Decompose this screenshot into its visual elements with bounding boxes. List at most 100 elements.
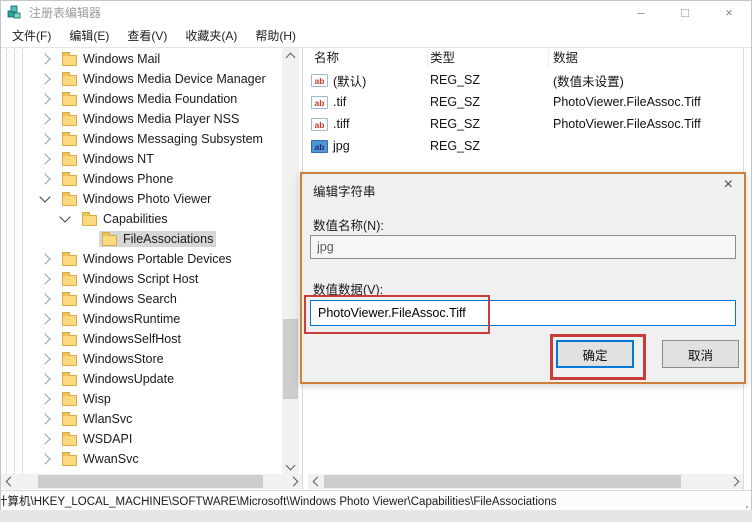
- folder-icon: [62, 275, 77, 286]
- close-button-icon[interactable]: ×: [707, 1, 751, 24]
- scroll-up-arrow-icon[interactable]: [282, 48, 299, 63]
- tree-item-windows-phone[interactable]: Windows Phone: [1, 169, 280, 189]
- chevron-right-icon[interactable]: [39, 353, 50, 364]
- tree-item-fileassociations[interactable]: FileAssociations: [1, 229, 280, 249]
- status-bar: 计算机\HKEY_LOCAL_MACHINE\SOFTWARE\Microsof…: [1, 490, 751, 511]
- menu-bar: 文件(F) 编辑(E) 查看(V) 收藏夹(A) 帮助(H): [1, 24, 751, 48]
- tree-item-windows-nt[interactable]: Windows NT: [1, 149, 280, 169]
- tree-item-windows-mail[interactable]: Windows Mail: [1, 49, 280, 69]
- values-list-header: 名称 类型 数据: [308, 48, 743, 69]
- tree-item-windows-search[interactable]: Windows Search: [1, 289, 280, 309]
- title-bar: 注册表编辑器 – □ ×: [1, 1, 751, 24]
- chevron-right-icon[interactable]: [39, 153, 50, 164]
- tree-vertical-scroll-thumb[interactable]: [283, 319, 298, 399]
- tree-item-windows-media-player-nss[interactable]: Windows Media Player NSS: [1, 109, 280, 129]
- tree-item-capabilities[interactable]: Capabilities: [1, 209, 280, 229]
- column-header-type[interactable]: 类型: [428, 50, 549, 67]
- value-data-input[interactable]: [310, 300, 736, 326]
- chevron-right-icon[interactable]: [39, 313, 50, 324]
- scroll-down-arrow-icon[interactable]: [282, 459, 299, 474]
- registry-value-row-tif[interactable]: ab .tif REG_SZ PhotoViewer.FileAssoc.Tif…: [308, 91, 743, 113]
- tree-horizontal-scrollbar[interactable]: [1, 474, 302, 489]
- column-header-name[interactable]: 名称: [308, 50, 428, 67]
- tree-item-windows-media-foundation[interactable]: Windows Media Foundation: [1, 89, 280, 109]
- chevron-down-icon[interactable]: [59, 211, 70, 222]
- tree-item-label: Windows Phone: [83, 172, 173, 186]
- minimize-button-icon[interactable]: –: [619, 1, 663, 24]
- chevron-right-icon[interactable]: [39, 173, 50, 184]
- tree-item-wsdapi[interactable]: WSDAPI: [1, 429, 280, 449]
- tree-item-label: Windows Portable Devices: [83, 252, 232, 266]
- tree-item-windows-media-device-manager[interactable]: Windows Media Device Manager: [1, 69, 280, 89]
- tree-item-windows-script-host[interactable]: Windows Script Host: [1, 269, 280, 289]
- tree-item-windowsupdate[interactable]: WindowsUpdate: [1, 369, 280, 389]
- value-name: (默认): [333, 71, 428, 90]
- menu-help[interactable]: 帮助(H): [246, 25, 305, 46]
- chevron-right-icon[interactable]: [39, 253, 50, 264]
- tree-item-windows-photo-viewer[interactable]: Windows Photo Viewer: [1, 189, 280, 209]
- resize-grip[interactable]: [746, 506, 748, 508]
- chevron-right-icon[interactable]: [39, 293, 50, 304]
- scroll-left-arrow-icon[interactable]: [308, 474, 323, 489]
- edit-string-dialog: 编辑字符串 × 数值名称(N): 数值数据(V): 确定 取消: [300, 172, 746, 384]
- ok-button[interactable]: 确定: [556, 340, 634, 368]
- tree-rows: Windows Mail Windows Media Device Manage…: [1, 49, 280, 469]
- menu-edit[interactable]: 编辑(E): [60, 25, 118, 46]
- folder-icon: [62, 335, 77, 346]
- tree-item-windowsruntime[interactable]: WindowsRuntime: [1, 309, 280, 329]
- menu-favorites[interactable]: 收藏夹(A): [176, 25, 246, 46]
- chevron-down-icon[interactable]: [39, 191, 50, 202]
- menu-view[interactable]: 查看(V): [118, 25, 176, 46]
- tree-item-windows-portable-devices[interactable]: Windows Portable Devices: [1, 249, 280, 269]
- tree-item-label: WwanSvc: [83, 452, 139, 466]
- chevron-right-icon[interactable]: [39, 433, 50, 444]
- tree-item-label: Windows Media Device Manager: [83, 72, 266, 86]
- value-data: PhotoViewer.FileAssoc.Tiff: [549, 95, 743, 109]
- tree-item-label: Windows Messaging Subsystem: [83, 132, 263, 146]
- chevron-right-icon[interactable]: [39, 373, 50, 384]
- values-horizontal-scroll-thumb[interactable]: [324, 475, 681, 488]
- cancel-button[interactable]: 取消: [662, 340, 739, 368]
- chevron-right-icon[interactable]: [39, 93, 50, 104]
- value-name: jpg: [333, 139, 428, 153]
- chevron-right-icon[interactable]: [39, 333, 50, 344]
- tree-vertical-scrollbar[interactable]: [282, 48, 299, 474]
- chevron-right-icon[interactable]: [39, 453, 50, 464]
- tree-item-wlansvc[interactable]: WlanSvc: [1, 409, 280, 429]
- tree-item-wisp[interactable]: Wisp: [1, 389, 280, 409]
- chevron-right-icon[interactable]: [39, 413, 50, 424]
- chevron-right-icon[interactable]: [39, 73, 50, 84]
- tree-item-wwansvc[interactable]: WwanSvc: [1, 449, 280, 469]
- registry-editor-screenshot: 注册表编辑器 – □ × 文件(F) 编辑(E) 查看(V) 收藏夹(A) 帮助…: [0, 0, 752, 522]
- folder-icon: [62, 415, 77, 426]
- registry-value-row-default[interactable]: ab (默认) REG_SZ (数值未设置): [308, 69, 743, 91]
- scroll-left-arrow-icon[interactable]: [1, 474, 16, 489]
- chevron-right-icon[interactable]: [39, 53, 50, 64]
- registry-value-row-tiff[interactable]: ab .tiff REG_SZ PhotoViewer.FileAssoc.Ti…: [308, 113, 743, 135]
- value-type: REG_SZ: [428, 117, 549, 131]
- column-header-data[interactable]: 数据: [549, 50, 743, 67]
- tree-horizontal-scroll-thumb[interactable]: [38, 475, 263, 488]
- tree-item-windowsstore[interactable]: WindowsStore: [1, 349, 280, 369]
- chevron-right-icon[interactable]: [39, 273, 50, 284]
- chevron-right-icon[interactable]: [39, 113, 50, 124]
- dialog-close-icon[interactable]: ×: [724, 176, 733, 194]
- scroll-right-arrow-icon[interactable]: [728, 474, 743, 489]
- value-name-input[interactable]: [310, 235, 736, 259]
- maximize-button-icon[interactable]: □: [663, 1, 707, 24]
- tree-item-windows-messaging-subsystem[interactable]: Windows Messaging Subsystem: [1, 129, 280, 149]
- value-name: .tif: [333, 95, 428, 109]
- registry-path: 计算机\HKEY_LOCAL_MACHINE\SOFTWARE\Microsof…: [1, 493, 556, 509]
- tree-item-label: Windows Media Player NSS: [83, 112, 239, 126]
- tree-item-windowsselfhost[interactable]: WindowsSelfHost: [1, 329, 280, 349]
- registry-value-row-jpg[interactable]: ab jpg REG_SZ: [308, 135, 743, 157]
- values-horizontal-scrollbar[interactable]: [308, 474, 743, 489]
- menu-file[interactable]: 文件(F): [3, 25, 60, 46]
- folder-icon: [82, 215, 97, 226]
- tree-item-label: WindowsRuntime: [83, 312, 180, 326]
- chevron-right-icon[interactable]: [39, 393, 50, 404]
- scroll-right-arrow-icon[interactable]: [287, 474, 302, 489]
- folder-icon: [62, 115, 77, 126]
- chevron-right-icon[interactable]: [39, 133, 50, 144]
- string-value-icon: ab: [311, 118, 328, 131]
